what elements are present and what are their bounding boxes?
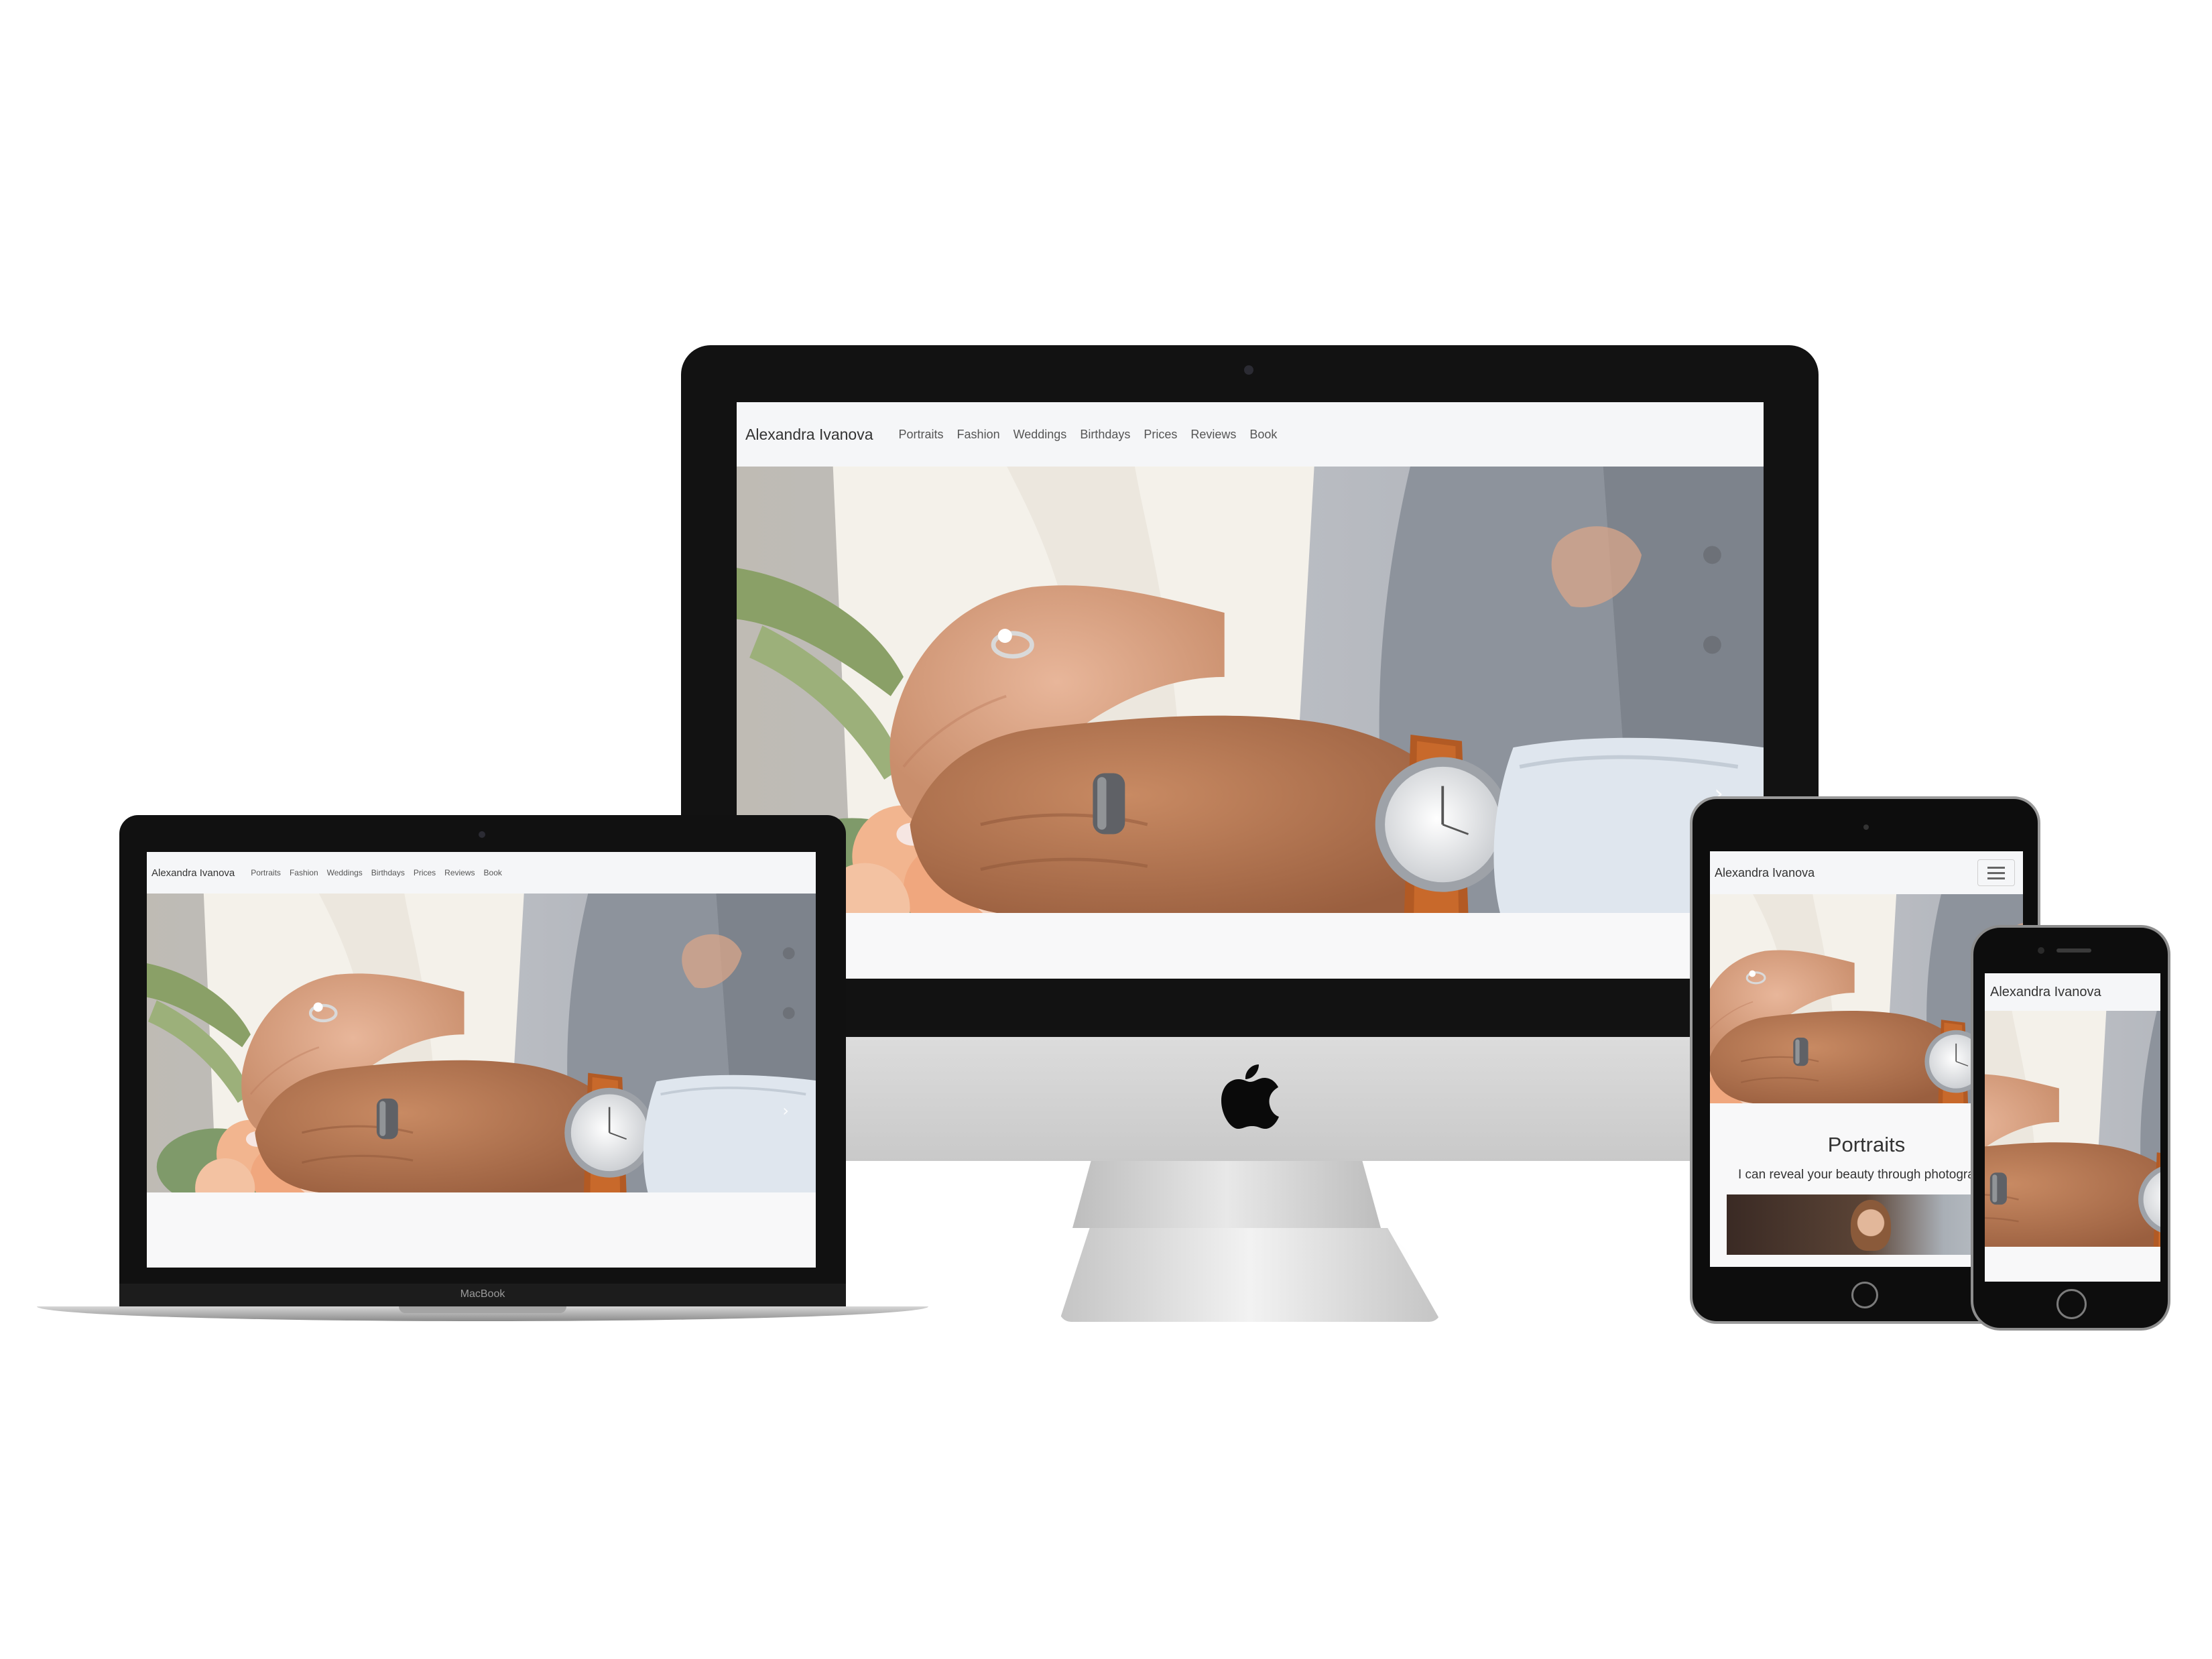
- imac-nav-reviews[interactable]: Reviews: [1190, 428, 1236, 442]
- portrait-face: [1851, 1200, 1891, 1251]
- ipad-section-text: I can reveal your beauty through photogr…: [1738, 1168, 1982, 1182]
- iphone-camera: [2038, 947, 2044, 954]
- macbook-nav-fashion[interactable]: Fashion: [290, 868, 318, 877]
- imac-camera: [1244, 365, 1253, 375]
- macbook-camera: [479, 831, 485, 838]
- iphone-hero-carousel[interactable]: [1985, 1011, 2160, 1247]
- imac-nav-weddings[interactable]: Weddings: [1013, 428, 1067, 442]
- imac-nav-fashion[interactable]: Fashion: [957, 428, 1000, 442]
- imac-nav-birthdays[interactable]: Birthdays: [1080, 428, 1130, 442]
- imac-brand-link[interactable]: Alexandra Ivanova: [745, 426, 873, 444]
- macbook-nav-portraits[interactable]: Portraits: [251, 868, 281, 877]
- imac-hero-photo: [737, 467, 1764, 913]
- ipad-brand-link[interactable]: Alexandra Ivanova: [1715, 866, 1815, 880]
- macbook-hero-photo: [147, 894, 816, 1192]
- macbook-notch: [399, 1306, 566, 1313]
- macbook-screen: Alexandra Ivanova Portraits Fashion Wedd…: [147, 852, 816, 1268]
- iphone-screen: Alexandra Ivanova: [1985, 973, 2160, 1282]
- ipad-home-button[interactable]: [1851, 1282, 1878, 1308]
- ipad-hamburger-menu-icon[interactable]: [1977, 859, 2015, 886]
- iphone-site-navbar: Alexandra Ivanova: [1985, 973, 2160, 1011]
- ipad-site-navbar: Alexandra Ivanova: [1710, 851, 2023, 894]
- apple-logo-icon: [1221, 1064, 1279, 1129]
- macbook-nav-weddings[interactable]: Weddings: [327, 868, 363, 877]
- imac-nav-prices[interactable]: Prices: [1144, 428, 1177, 442]
- imac-stand-foot: [1059, 1228, 1441, 1322]
- iphone-hero-photo: [1985, 1011, 2160, 1247]
- macbook-nav-reviews[interactable]: Reviews: [444, 868, 475, 877]
- macbook-nav-links: Portraits Fashion Weddings Birthdays Pri…: [251, 868, 502, 877]
- macbook-brand-link[interactable]: Alexandra Ivanova: [151, 867, 235, 879]
- macbook-nav-prices[interactable]: Prices: [414, 868, 436, 877]
- imac-site-navbar: Alexandra Ivanova Portraits Fashion Wedd…: [737, 402, 1764, 467]
- macbook-carousel-next-icon[interactable]: ›: [782, 1101, 789, 1120]
- imac-nav-links: Portraits Fashion Weddings Birthdays Pri…: [899, 428, 1278, 442]
- iphone-home-button[interactable]: [2056, 1289, 2087, 1319]
- macbook-nav-book[interactable]: Book: [484, 868, 502, 877]
- imac-nav-book[interactable]: Book: [1249, 428, 1277, 442]
- macbook-hero-carousel[interactable]: ›: [147, 894, 816, 1192]
- imac-nav-portraits[interactable]: Portraits: [899, 428, 944, 442]
- imac-hero-carousel[interactable]: ›: [737, 467, 1764, 913]
- ipad-camera: [1863, 824, 1869, 830]
- iphone-speaker: [2056, 948, 2091, 953]
- macbook-site-navbar: Alexandra Ivanova Portraits Fashion Wedd…: [147, 852, 816, 894]
- iphone-brand-link[interactable]: Alexandra Ivanova: [1990, 985, 2101, 1000]
- macbook-label: MacBook: [460, 1288, 505, 1300]
- imac-screen: Alexandra Ivanova Portraits Fashion Wedd…: [737, 402, 1764, 979]
- macbook-nav-birthdays[interactable]: Birthdays: [371, 868, 405, 877]
- imac-stand: [1072, 1161, 1381, 1228]
